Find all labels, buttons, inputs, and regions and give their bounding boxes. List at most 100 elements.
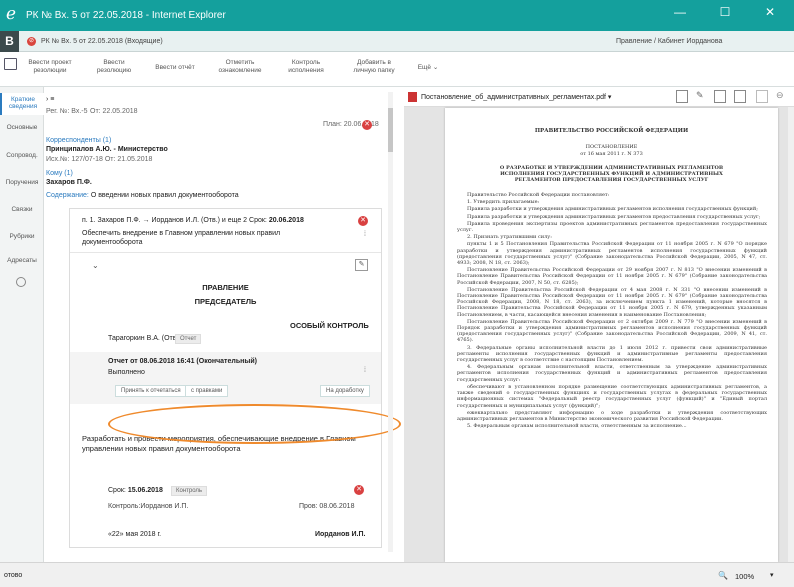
print-icon[interactable] xyxy=(734,90,746,103)
window-title: РК № Вх. 5 от 22.05.2018 - Internet Expl… xyxy=(26,10,226,21)
expand-chevron-icon[interactable]: ⌄ xyxy=(92,261,99,270)
pdf-number: от 16 мая 2011 г. N 373 xyxy=(580,151,643,157)
pdf-paragraph: пункты 1 и 5 Постановления Правительства… xyxy=(457,241,767,267)
nav-accompanying[interactable]: Сопровод. xyxy=(0,152,44,159)
pdf-paragraph: 5. Федеральным органам исполнительной вл… xyxy=(467,423,687,430)
control-chip[interactable]: Контроль xyxy=(171,486,208,496)
internet-explorer-icon: ℯ xyxy=(6,4,17,24)
pdf-paragraph: Правила проведения экспертизы проектов а… xyxy=(457,220,767,234)
with-corrections-button[interactable]: с правками xyxy=(185,385,229,397)
pdf-scrollbar[interactable] xyxy=(788,107,794,562)
enter-report-button[interactable]: Ввести отчёт xyxy=(150,64,200,72)
pdf-paragraph: 4. Федеральным органам исполнительной вл… xyxy=(457,364,767,383)
page-icon[interactable] xyxy=(676,90,688,103)
zoom-dropdown-icon[interactable]: ▾ xyxy=(770,571,774,579)
report-status: Выполнено xyxy=(108,369,145,375)
pdf-paragraph: Постановление Правительства Российской Ф… xyxy=(457,267,767,286)
subject-text: О введении новых правил документооборота xyxy=(90,192,239,199)
pin-icon[interactable]: ⁞ xyxy=(364,231,366,238)
save-icon[interactable] xyxy=(714,90,726,103)
minimize-button[interactable]: — xyxy=(660,5,700,19)
download-icon[interactable] xyxy=(756,90,768,103)
pdf-page: ПРАВИТЕЛЬСТВО РОССИЙСКОЙ ФЕДЕРАЦИИ ПОСТА… xyxy=(445,108,778,562)
add-to-personal-folder-button[interactable]: Добавить в личную папку xyxy=(346,59,402,75)
executor-report-chip[interactable]: Отчет xyxy=(175,334,202,344)
remove-plan-icon[interactable]: ✕ xyxy=(362,120,372,130)
toolbar: Ввести проект резолюции Ввести резолюцию… xyxy=(0,53,794,87)
collapse-arrow[interactable]: › ≡ xyxy=(46,96,54,103)
document-panel-icon[interactable] xyxy=(4,58,17,70)
nav-addressees[interactable]: Адресаты xyxy=(0,257,44,264)
task-header-text: п. 1. Захаров П.Ф. → Иорданов И.Л. (Отв.… xyxy=(82,217,267,224)
report-pin-icon[interactable]: ⁞ xyxy=(364,367,366,374)
pdf-paragraph: Правила разработки и утверждения админис… xyxy=(467,213,761,220)
return-for-rework-button[interactable]: На доработку xyxy=(320,385,370,397)
edit-pdf-icon[interactable]: ✎ xyxy=(696,90,704,101)
task-due-date: 20.06.2018 xyxy=(268,217,304,224)
nav-rubrics[interactable]: Рубрики xyxy=(0,233,44,240)
mark-acknowledgement-button[interactable]: Отметить ознакомление xyxy=(211,59,269,75)
recipient-name: Захаров П.Ф. xyxy=(46,179,92,186)
nav-main[interactable]: Основные xyxy=(0,124,44,131)
zoom-out-icon[interactable]: ⊖ xyxy=(776,90,784,101)
pdf-toolbar: Постановление_об_административных_реглам… xyxy=(404,87,794,107)
pdf-paragraph: Правила разработки и утверждения админис… xyxy=(467,206,758,213)
registration-number: Рег. №: Вх.-5 xyxy=(46,108,88,115)
remove-control-icon[interactable]: ✕ xyxy=(354,485,364,495)
due-label: Срок: xyxy=(108,487,126,494)
more-menu-button[interactable]: Ещё ⌄ xyxy=(413,64,443,72)
pdf-paragraph: обеспечивают в установленном порядке раз… xyxy=(457,383,767,409)
pdf-paragraph: Постановление Правительства Российской Ф… xyxy=(457,286,767,318)
edit-icon[interactable]: ✎ xyxy=(355,259,368,271)
pdf-paragraph: 1. Утвердить прилагаемые: xyxy=(467,199,540,206)
close-button[interactable]: ✕ xyxy=(750,5,790,19)
heading-board: ПРАВЛЕНИЕ xyxy=(202,283,249,292)
window-title-bar: ℯ РК № Вх. 5 от 22.05.2018 - Internet Ex… xyxy=(0,0,794,31)
enter-draft-resolution-button[interactable]: Ввести проект резолюции xyxy=(22,59,78,75)
pdf-file-icon xyxy=(408,92,417,102)
assignment-card: п. 1. Захаров П.Ф. → Иорданов И.Л. (Отв.… xyxy=(69,208,382,548)
special-control-label: ОСОБЫЙ КОНТРОЛЬ xyxy=(290,321,369,330)
task-text: Обеспечить внедрение в Главном управлени… xyxy=(82,230,281,246)
registration-date: От: 22.05.2018 xyxy=(90,108,138,115)
maximize-button[interactable]: ☐ xyxy=(705,5,745,19)
zoom-level[interactable]: 100% xyxy=(735,572,754,581)
nav-assignments[interactable]: Поручения xyxy=(0,179,44,186)
remove-task-icon[interactable]: ✕ xyxy=(358,216,368,226)
checked-date: Пров: 08.06.2018 xyxy=(299,503,355,510)
enter-resolution-button[interactable]: Ввести резолюцию xyxy=(90,59,138,75)
pdf-paragraph: Правительство Российской Федерации поста… xyxy=(467,192,610,198)
subject-row: Содержание: О введении новых правил доку… xyxy=(46,192,239,199)
executor-name: Тарагоркин В.А. (Отв.) xyxy=(108,335,181,342)
due-value: 15.06.2018 xyxy=(127,487,163,494)
middle-scrollbar[interactable] xyxy=(388,92,393,552)
subject-label: Содержание: xyxy=(46,192,89,199)
zoom-icon: 🔍 xyxy=(718,571,728,580)
due-row: Срок: 15.06.2018 xyxy=(108,487,163,494)
status-bar: отово 🔍 100% ▾ xyxy=(0,562,794,587)
app-header: В ⊘ РК № Вх. 5 от 22.05.2018 (Входящие) … xyxy=(0,31,794,52)
document-breadcrumb: РК № Вх. 5 от 22.05.2018 (Входящие) xyxy=(41,38,163,45)
correspondent-name: Принципалов А.Ю. - Министерство xyxy=(46,146,168,153)
nav-brief-info[interactable]: Краткие сведения xyxy=(0,93,44,115)
app-logo: В xyxy=(0,31,19,52)
pdf-filename[interactable]: Постановление_об_административных_реглам… xyxy=(421,93,611,101)
stop-icon[interactable]: ⊘ xyxy=(27,37,36,46)
signer-name: Иорданов И.П. xyxy=(315,531,366,538)
execution-control-button[interactable]: Контроль исполнения xyxy=(280,59,332,75)
correspondents-label[interactable]: Корреспонденты (1) xyxy=(46,137,111,144)
pdf-body: Правительство Российской Федерации поста… xyxy=(457,192,767,558)
controller-name: Контроль:Иорданов И.П. xyxy=(108,503,189,510)
accept-report-button[interactable]: Принять к отчетаться xyxy=(115,385,187,397)
pdf-paragraph: ежеквартально представляют информацию о … xyxy=(457,409,767,422)
recipients-label[interactable]: Кому (1) xyxy=(46,170,73,177)
nav-links[interactable]: Связки xyxy=(0,206,44,213)
status-text: отово xyxy=(4,572,23,579)
heading-chairman: ПРЕДСЕДАТЕЛЬ xyxy=(194,297,257,306)
pdf-heading: О РАЗРАБОТКЕ И УТВЕРЖДЕНИИ АДМИНИСТРАТИВ… xyxy=(499,165,724,184)
settings-gear-icon[interactable] xyxy=(16,277,26,287)
pdf-title: ПРАВИТЕЛЬСТВО РОССИЙСКОЙ ФЕДЕРАЦИИ xyxy=(534,128,689,134)
user-cabinet[interactable]: Правление / Кабинет Иорданова xyxy=(616,38,722,45)
pdf-paragraph: 2. Признать утратившими силу: xyxy=(467,234,552,241)
middle-scrollbar-thumb[interactable] xyxy=(388,108,393,152)
